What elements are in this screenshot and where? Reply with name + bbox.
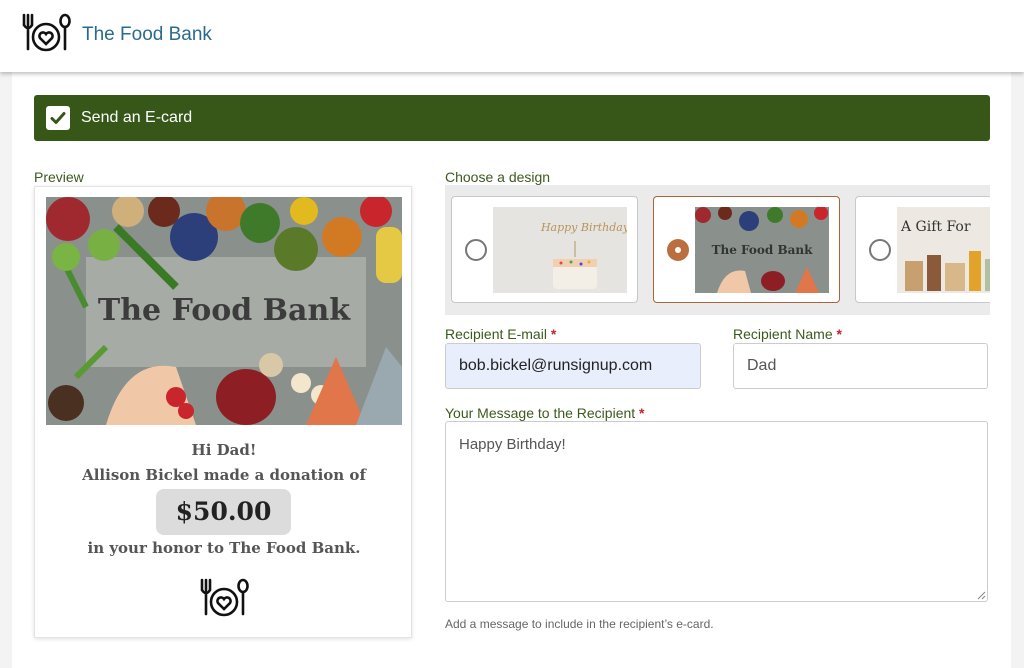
preview-image: The Food Bank: [46, 197, 402, 425]
design-thumb-gift[interactable]: A Gift For: [897, 207, 990, 293]
design-carousel[interactable]: Happy Birthday The Food Bank A Gift For: [445, 185, 990, 315]
preview-amount: $50.00: [156, 489, 291, 535]
required-marker: *: [550, 326, 557, 342]
recipient-name-label: Recipient Name *: [733, 326, 842, 342]
choose-design-heading: Choose a design: [445, 169, 551, 185]
message-help-text: Add a message to include in the recipien…: [445, 617, 714, 631]
recipient-name-input[interactable]: [733, 343, 988, 389]
resize-grip-icon[interactable]: [977, 591, 986, 600]
required-marker: *: [836, 326, 842, 342]
checkmark-icon: [50, 112, 66, 124]
recipient-email-input[interactable]: [445, 343, 701, 389]
required-marker: *: [639, 405, 645, 421]
food-bank-thumb-text: The Food Bank: [712, 243, 814, 257]
brand-name[interactable]: The Food Bank: [82, 24, 212, 46]
ecard-checkbox[interactable]: [46, 106, 70, 130]
design-option-food-bank[interactable]: The Food Bank: [653, 196, 840, 303]
preview-honor-line: in your honor to The Food Bank.: [87, 539, 361, 557]
preview-heading: Preview: [34, 169, 84, 185]
message-textarea[interactable]: Happy Birthday!: [445, 421, 988, 602]
preview-greeting: Hi Dad!: [191, 441, 257, 459]
design-option-gift[interactable]: A Gift For: [855, 196, 990, 303]
design-radio-food-bank[interactable]: [667, 239, 689, 261]
design-thumb-food-bank[interactable]: The Food Bank: [695, 207, 829, 293]
preview-image-title: The Food Bank: [98, 293, 351, 328]
design-radio-gift[interactable]: [869, 239, 891, 261]
gift-thumb-text: A Gift For: [900, 219, 971, 235]
design-option-birthday[interactable]: Happy Birthday: [451, 196, 638, 303]
preview-donor-line: Allison Bickel made a donation of: [82, 466, 366, 484]
ecard-label: Send an E-card: [81, 109, 193, 126]
ecard-preview: The Food Bank Hi Dad! Allison Bickel mad…: [34, 186, 412, 638]
design-thumb-birthday[interactable]: Happy Birthday: [493, 207, 627, 293]
birthday-thumb-text: Happy Birthday: [540, 221, 627, 234]
recipient-email-label: Recipient E-mail *: [445, 326, 557, 342]
plate-fork-spoon-heart-icon: [200, 578, 249, 617]
send-ecard-toggle[interactable]: Send an E-card: [34, 95, 990, 141]
site-header: The Food Bank: [0, 0, 1024, 72]
design-radio-birthday[interactable]: [465, 239, 487, 261]
plate-fork-spoon-heart-icon[interactable]: [20, 12, 72, 54]
message-label: Your Message to the Recipient *: [445, 405, 645, 421]
